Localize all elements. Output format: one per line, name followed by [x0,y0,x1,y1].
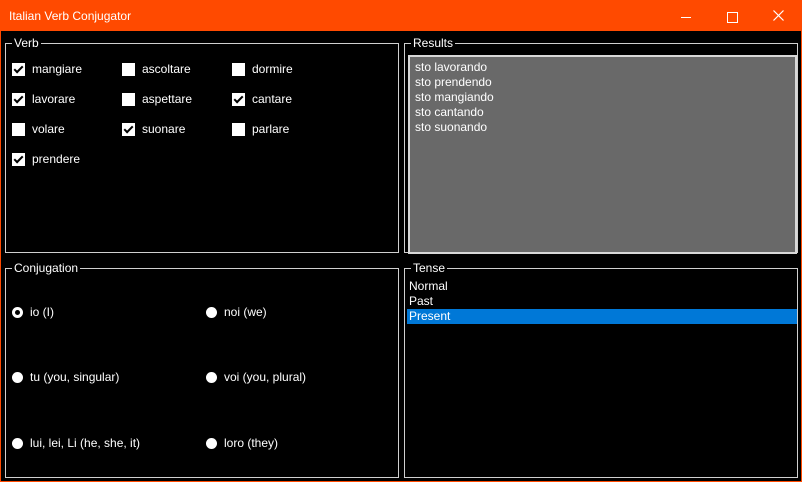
radio-dot[interactable] [12,437,23,449]
verb-group: Verb mangiare ascoltare dormire lavorare… [5,36,399,253]
maximize-button[interactable] [709,1,755,31]
tense-option-present[interactable]: Present [407,309,797,324]
conjugation-legend: Conjugation [12,261,81,275]
results-textbox[interactable]: sto lavorando sto prendendo sto mangiand… [408,55,797,254]
results-group: Results sto lavorando sto prendendo sto … [404,36,798,254]
checkbox-label: lavorare [32,92,76,106]
conjugation-group: Conjugation io (I) noi (we) tu (you, sin… [5,261,399,478]
radio-label: lui, lei, Li (he, she, it) [30,436,141,450]
checkbox-label: volare [32,122,65,136]
radio-label: noi (we) [224,305,267,319]
conjugation-radio-tu[interactable]: tu (you, singular) [12,369,119,385]
verb-checkbox-dormire[interactable]: dormire [232,61,293,77]
radio-dot[interactable] [206,306,217,318]
checkbox-label: parlare [252,122,290,136]
checkbox-label: suonare [142,122,186,136]
minimize-icon [681,1,691,31]
verb-checkbox-parlare[interactable]: parlare [232,121,289,137]
tense-option-normal[interactable]: Normal [407,279,797,294]
results-line: sto prendendo [415,75,492,89]
checkbox-label: ascoltare [142,62,191,76]
checkbox-box[interactable] [122,62,135,76]
close-button[interactable] [755,1,801,31]
radio-label: io (I) [30,305,54,319]
minimize-button[interactable] [663,1,709,31]
verb-checkbox-prendere[interactable]: prendere [12,151,80,167]
tense-group: Tense Normal Past Present [404,261,798,478]
checkbox-box[interactable] [232,92,245,106]
radio-dot[interactable] [206,371,217,383]
results-line: sto suonando [415,120,488,134]
tense-legend: Tense [411,261,448,275]
results-legend: Results [411,36,456,50]
verb-checkbox-suonare[interactable]: suonare [122,121,185,137]
checkbox-box[interactable] [12,62,25,76]
radio-dot[interactable] [206,437,217,449]
verb-checkbox-ascoltare[interactable]: ascoltare [122,61,191,77]
verb-checkbox-mangiare[interactable]: mangiare [12,61,82,77]
conjugation-radio-loro[interactable]: loro (they) [206,435,278,451]
checkbox-box[interactable] [232,122,245,136]
radio-label: loro (they) [224,436,279,450]
checkbox-box[interactable] [12,152,25,166]
verb-checkbox-lavorare[interactable]: lavorare [12,91,75,107]
checkbox-box[interactable] [122,122,135,136]
checkbox-box[interactable] [122,92,135,106]
verb-checkbox-volare[interactable]: volare [12,121,65,137]
checkbox-box[interactable] [232,62,245,76]
checkbox-box[interactable] [12,122,25,136]
radio-dot[interactable] [12,371,23,383]
conjugation-radio-lui-lei[interactable]: lui, lei, Li (he, she, it) [12,435,140,451]
checkbox-label: mangiare [32,62,83,76]
checkbox-label: dormire [252,62,293,76]
results-line: sto mangiando [415,90,494,104]
checkbox-label: cantare [252,92,293,106]
verb-legend: Verb [12,36,41,50]
radio-label: tu (you, singular) [30,370,120,384]
verb-checkbox-cantare[interactable]: cantare [232,91,292,107]
checkbox-box[interactable] [12,92,25,106]
verb-checkbox-aspettare[interactable]: aspettare [122,91,192,107]
app-window: Italian Verb Conjugator Verb mangiare as… [0,0,802,482]
maximize-icon [726,1,738,31]
conjugation-radio-noi[interactable]: noi (we) [206,304,267,320]
results-line: sto cantando [415,105,484,119]
checkbox-label: prendere [32,152,81,166]
tense-option-past[interactable]: Past [407,294,797,309]
radio-dot[interactable] [12,306,23,318]
conjugation-radio-io[interactable]: io (I) [12,304,54,320]
checkbox-label: aspettare [142,92,193,106]
title-bar[interactable]: Italian Verb Conjugator [1,1,801,31]
close-icon [772,1,784,31]
window-title: Italian Verb Conjugator [9,9,132,23]
results-line: sto lavorando [415,60,488,74]
radio-label: voi (you, plural) [224,370,307,384]
conjugation-radio-voi[interactable]: voi (you, plural) [206,369,306,385]
